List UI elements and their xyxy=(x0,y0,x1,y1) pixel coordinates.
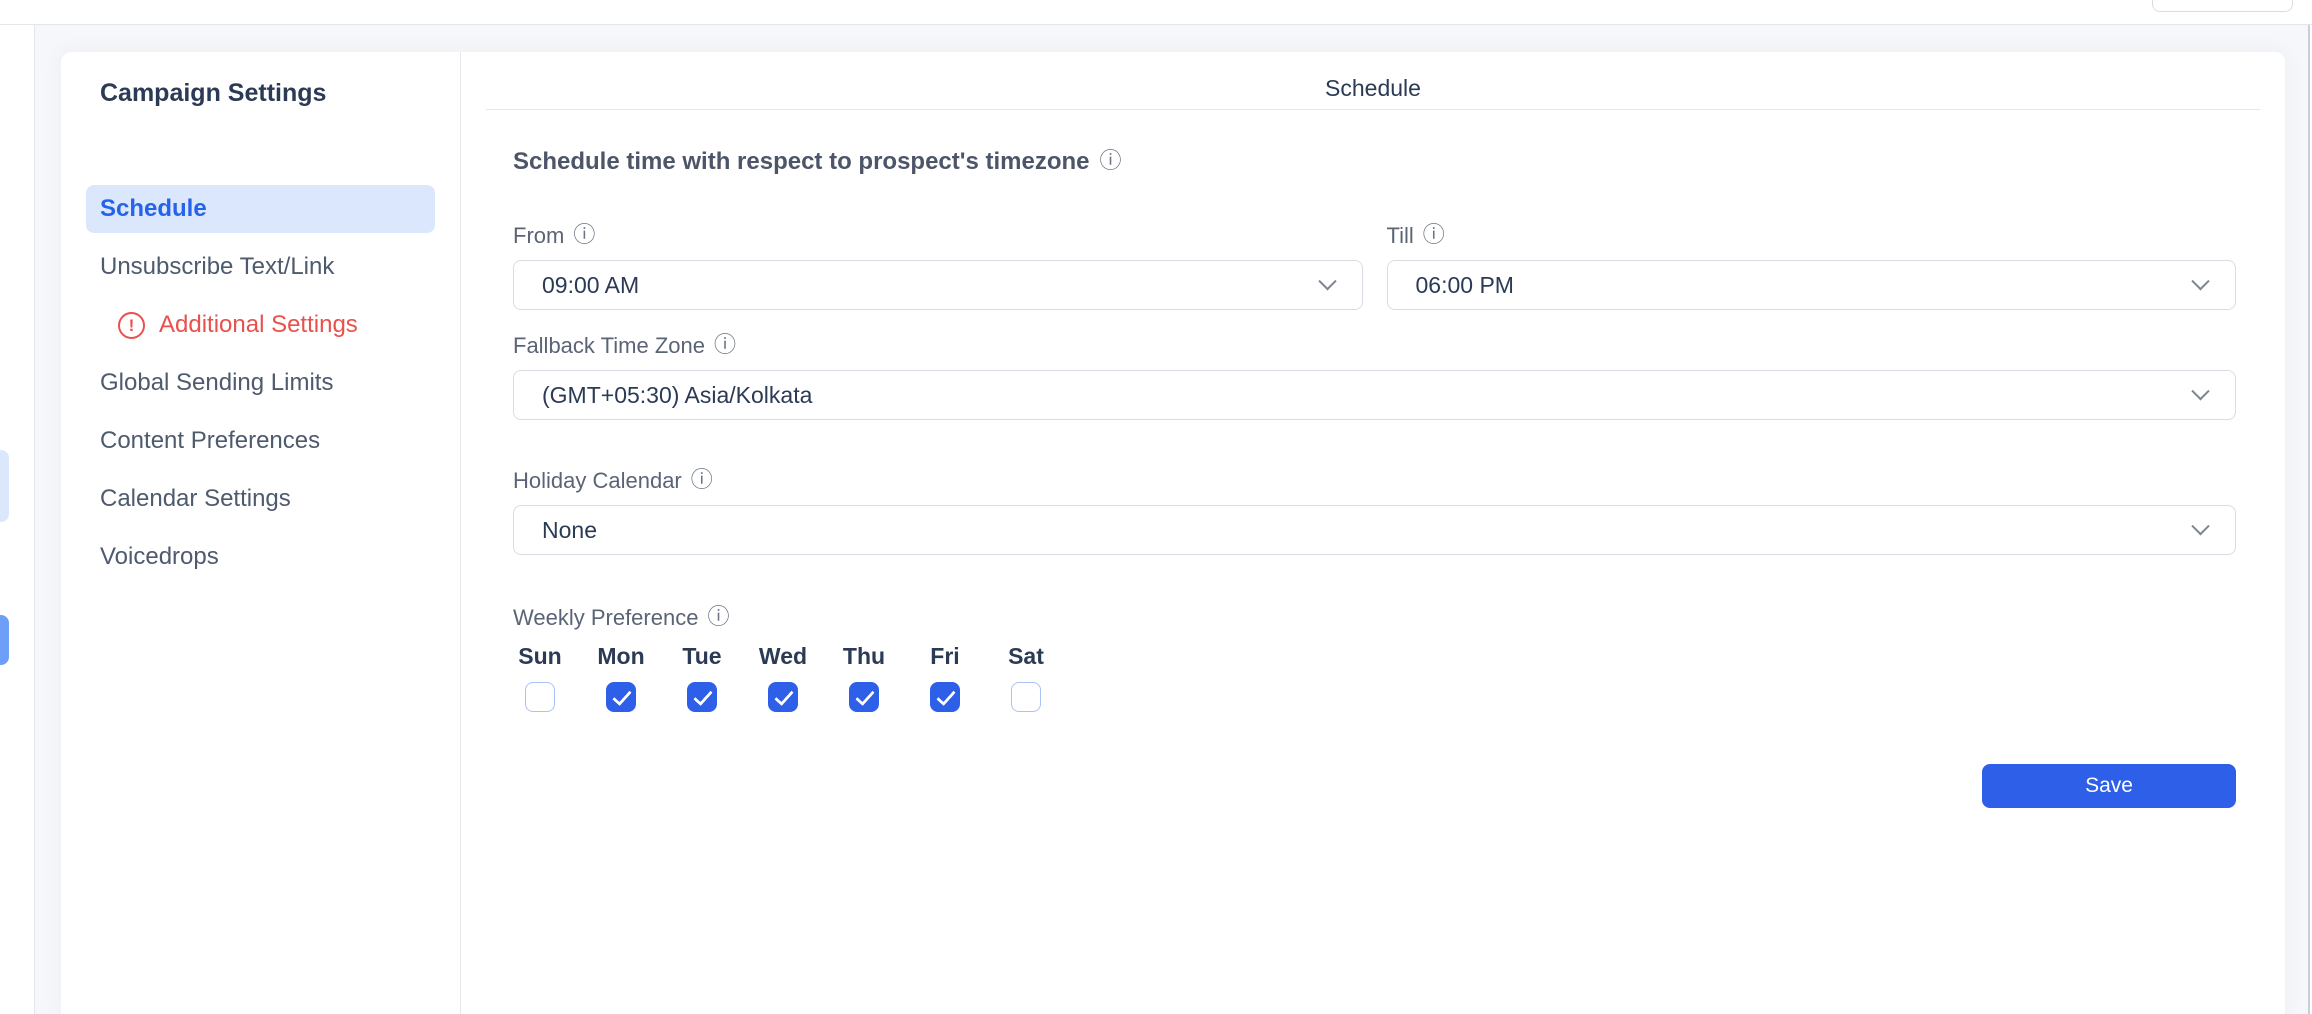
day-sun: Sun xyxy=(513,643,567,712)
info-icon[interactable]: ⓘ xyxy=(1100,151,1122,173)
partial-toolbar-button[interactable] xyxy=(2152,0,2293,12)
holiday-calendar-value: None xyxy=(542,516,597,543)
content-body: Schedule time with respect to prospect's… xyxy=(461,110,2285,808)
sidebar-item-global-sending-limits[interactable]: Global Sending Limits xyxy=(86,359,435,407)
day-checkbox-mon[interactable] xyxy=(606,682,636,712)
content-header: Schedule xyxy=(486,52,2260,110)
sidebar-item-label: Content Preferences xyxy=(100,427,321,454)
sidebar-item-label: Additional Settings xyxy=(159,311,358,338)
sidebar-item-label: Unsubscribe Text/Link xyxy=(100,253,335,280)
till-select-value: 06:00 PM xyxy=(1415,271,1514,298)
day-checkbox-fri[interactable] xyxy=(930,682,960,712)
day-label: Sat xyxy=(1008,643,1044,669)
from-field: From ⓘ 09:00 AM xyxy=(513,223,1363,310)
sidebar-item-additional-settings[interactable]: ! Additional Settings xyxy=(86,301,435,349)
day-fri: Fri xyxy=(918,643,972,712)
save-button[interactable]: Save xyxy=(1982,764,2236,808)
sidebar-item-unsubscribe-text-link[interactable]: Unsubscribe Text/Link xyxy=(86,243,435,291)
till-field: Till ⓘ 06:00 PM xyxy=(1386,223,2236,310)
sidebar-item-label: Schedule xyxy=(100,195,207,222)
fallback-timezone-value: (GMT+05:30) Asia/Kolkata xyxy=(542,381,813,408)
day-mon: Mon xyxy=(594,643,648,712)
left-nav-rail xyxy=(0,25,35,1014)
schedule-settings-content: Schedule Schedule time with respect to p… xyxy=(461,52,2285,1014)
exclamation-circle-icon: ! xyxy=(118,311,145,339)
till-select[interactable]: 06:00 PM xyxy=(1386,260,2236,310)
holiday-calendar-select[interactable]: None xyxy=(513,505,2236,555)
day-checkbox-sat[interactable] xyxy=(1011,682,1041,712)
from-select[interactable]: 09:00 AM xyxy=(513,260,1363,310)
day-tue: Tue xyxy=(675,643,729,712)
sidebar-item-schedule[interactable]: Schedule xyxy=(86,185,435,233)
fallback-timezone-field: Fallback Time Zone ⓘ (GMT+05:30) Asia/Ko… xyxy=(513,333,2236,420)
chevron-down-icon xyxy=(2191,381,2210,400)
sidebar-item-content-preferences[interactable]: Content Preferences xyxy=(86,417,435,465)
info-icon[interactable]: ⓘ xyxy=(1423,225,1445,247)
chevron-down-icon xyxy=(2191,516,2210,535)
section-heading: Schedule time with respect to prospect's… xyxy=(513,148,2236,176)
day-label: Fri xyxy=(930,643,960,669)
page-title: Schedule xyxy=(1325,75,1421,101)
from-label: From ⓘ xyxy=(513,223,596,248)
sidebar-item-label: Voicedrops xyxy=(100,543,219,570)
info-icon[interactable]: ⓘ xyxy=(707,607,729,629)
chevron-down-icon xyxy=(1317,271,1337,290)
day-checkbox-wed[interactable] xyxy=(768,682,798,712)
sidebar-list: Schedule Unsubscribe Text/Link ! Additio… xyxy=(61,185,460,581)
day-wed: Wed xyxy=(756,643,810,712)
weekly-preference-label: Weekly Preference ⓘ xyxy=(513,605,730,630)
chevron-down-icon xyxy=(2191,271,2210,290)
section-heading-text: Schedule time with respect to prospect's… xyxy=(513,148,1090,175)
day-sat: Sat xyxy=(999,643,1053,712)
nav-pill-fragment-blue[interactable] xyxy=(0,615,9,665)
till-label: Till ⓘ xyxy=(1386,223,1445,248)
info-icon[interactable]: ⓘ xyxy=(714,335,736,357)
fallback-timezone-label: Fallback Time Zone ⓘ xyxy=(513,333,736,358)
day-label: Wed xyxy=(758,643,808,669)
weekly-days-row: Sun Mon Tue Wed Thu Fri Sat xyxy=(513,643,2236,712)
info-icon[interactable]: ⓘ xyxy=(573,225,595,247)
day-label: Tue xyxy=(682,643,722,669)
sidebar-item-label: Calendar Settings xyxy=(100,485,291,512)
campaign-settings-panel: Campaign Settings Schedule Unsubscribe T… xyxy=(61,52,2285,1014)
day-checkbox-tue[interactable] xyxy=(687,682,717,712)
holiday-calendar-field: Holiday Calendar ⓘ None xyxy=(513,468,2236,555)
holiday-calendar-label: Holiday Calendar ⓘ xyxy=(513,468,713,493)
settings-sidebar: Campaign Settings Schedule Unsubscribe T… xyxy=(61,52,461,1014)
day-checkbox-sun[interactable] xyxy=(525,682,555,712)
day-thu: Thu xyxy=(837,643,891,712)
info-icon[interactable]: ⓘ xyxy=(691,470,713,492)
day-checkbox-thu[interactable] xyxy=(849,682,879,712)
sidebar-item-label: Global Sending Limits xyxy=(100,369,334,396)
fallback-timezone-select[interactable]: (GMT+05:30) Asia/Kolkata xyxy=(513,370,2236,420)
day-label: Mon xyxy=(597,643,645,669)
save-row: Save xyxy=(513,764,2236,808)
from-select-value: 09:00 AM xyxy=(542,271,640,298)
sidebar-item-calendar-settings[interactable]: Calendar Settings xyxy=(86,475,435,523)
top-bar xyxy=(0,0,2312,25)
weekly-preference-field: Weekly Preference ⓘ Sun Mon Tue Wed Thu … xyxy=(513,605,2236,712)
sidebar-title: Campaign Settings xyxy=(100,79,327,107)
sidebar-item-voicedrops[interactable]: Voicedrops xyxy=(86,533,435,581)
day-label: Thu xyxy=(842,643,886,669)
nav-pill-fragment-light[interactable] xyxy=(0,450,9,522)
day-label: Sun xyxy=(518,643,562,669)
